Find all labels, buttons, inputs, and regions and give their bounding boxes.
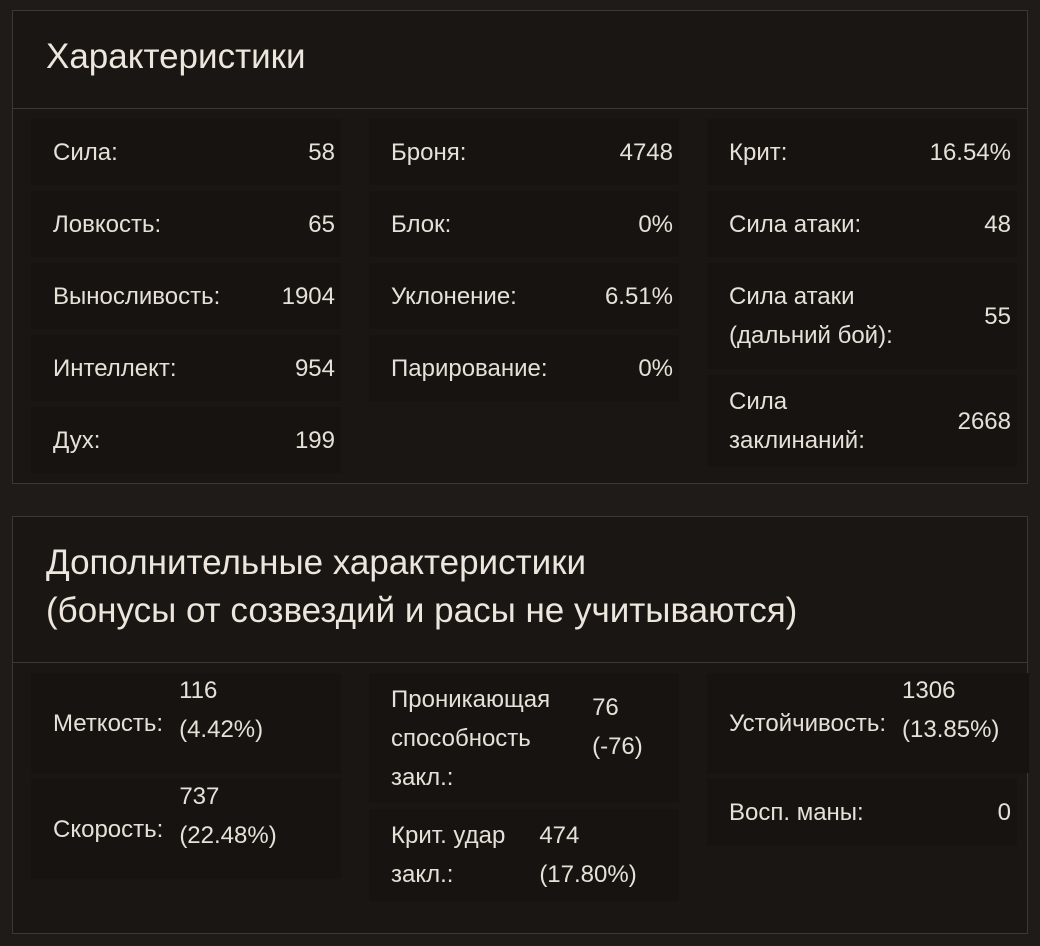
stat-row-agility: Ловкость: 65 xyxy=(31,191,341,257)
stat-label: Сила атаки (дальний бой): xyxy=(729,277,893,355)
stat-value: 0% xyxy=(638,354,673,382)
stat-label: Ловкость: xyxy=(53,210,162,238)
stat-label: Крит: xyxy=(729,138,788,166)
stat-value-line: (4.42%) xyxy=(179,716,264,743)
stat-row-intellect: Интеллект: 954 xyxy=(31,335,341,401)
stat-label-line: способность xyxy=(391,724,531,752)
stat-value: 474 (17.80%) xyxy=(539,816,636,894)
extra-stats-panel-header: Дополнительные характеристики (бонусы от… xyxy=(13,517,1027,663)
stat-value: 116 (4.42%) xyxy=(179,671,263,749)
stat-value: 737 (22.48%) xyxy=(179,777,276,855)
stat-value: 6.51% xyxy=(604,282,673,310)
stat-row-hit: Меткость: 116 (4.42%) xyxy=(31,673,341,773)
stat-value: 1306 (13.85%) xyxy=(902,671,999,749)
extra-stats-title-line: (бонусы от созвездий и расы не учитывают… xyxy=(46,591,798,630)
stat-value-line: (-76) xyxy=(592,733,643,760)
stat-label: Сила атаки: xyxy=(729,210,862,238)
stat-label: Проникающая способность закл.: xyxy=(391,680,550,797)
stat-value-line: 737 xyxy=(179,783,220,810)
stat-value: 199 xyxy=(294,426,335,454)
stat-row-strength: Сила: 58 xyxy=(31,119,341,185)
stat-label-line: закл.: xyxy=(391,861,454,888)
stat-row-stamina: Выносливость: 1904 xyxy=(31,263,341,329)
stat-label: Броня: xyxy=(391,138,467,166)
stat-value-line: 474 xyxy=(539,822,580,849)
stat-label-line: Сила xyxy=(729,388,788,415)
stat-row-haste: Скорость: 737 (22.48%) xyxy=(31,779,341,879)
stat-label-line: закл.: xyxy=(391,763,454,791)
extra-column-3: Устойчивость: 1306 (13.85%) Восп. маны: … xyxy=(707,673,1029,851)
stat-row-dodge: Уклонение: 6.51% xyxy=(369,263,679,329)
extra-stats-title: Дополнительные характеристики (бонусы от… xyxy=(46,539,1027,635)
stat-value: 55 xyxy=(984,302,1011,330)
stat-row-spell-penetration: Проникающая способность закл.: 76 (-76) xyxy=(369,673,679,803)
stat-value: 0% xyxy=(638,210,673,238)
stat-label: Уклонение: xyxy=(391,282,517,310)
stat-row-spirit: Дух: 199 xyxy=(31,407,341,473)
stat-row-block: Блок: 0% xyxy=(369,191,679,257)
stat-label: Сила: xyxy=(53,138,118,166)
stat-row-crit: Крит: 16.54% xyxy=(707,119,1017,185)
stat-value: 4748 xyxy=(619,138,673,166)
stat-label: Скорость: xyxy=(53,815,164,843)
stats-column-offense: Крит: 16.54% Сила атаки: 48 Сила атаки (… xyxy=(707,119,1017,473)
stat-value-line: (13.85%) xyxy=(902,716,1000,743)
stat-label: Устойчивость: xyxy=(729,709,887,737)
stat-label: Сила заклинаний: xyxy=(729,382,865,460)
stat-label: Выносливость: xyxy=(53,282,221,310)
extra-column-1: Меткость: 116 (4.42%) Скорость: 737 (22.… xyxy=(31,673,341,885)
extra-stats-panel: Дополнительные характеристики (бонусы от… xyxy=(12,516,1029,934)
stat-row-mana-regen: Восп. маны: 0 xyxy=(707,779,1017,845)
stat-row-resilience: Устойчивость: 1306 (13.85%) xyxy=(707,673,1029,773)
stats-panel-title: Характеристики xyxy=(46,37,306,76)
stats-panel: Характеристики Сила: 58 Ловкость: 65 Вын… xyxy=(12,10,1028,484)
stat-row-armor: Броня: 4748 xyxy=(369,119,679,185)
stat-label: Крит. удар закл.: xyxy=(391,816,505,894)
stat-label: Восп. маны: xyxy=(729,798,864,826)
stat-value: 1904 xyxy=(281,282,335,310)
stat-value: 48 xyxy=(984,210,1011,238)
stat-row-ranged-attack-power: Сила атаки (дальний бой): 55 xyxy=(707,263,1017,369)
extra-stats-title-line: Дополнительные характеристики xyxy=(46,543,587,582)
extra-column-2: Проникающая способность закл.: 76 (-76) … xyxy=(369,673,679,907)
stat-label: Меткость: xyxy=(53,709,164,737)
stat-value: 2668 xyxy=(957,407,1011,435)
stat-row-spell-power: Сила заклинаний: 2668 xyxy=(707,375,1017,467)
stat-value-line: (22.48%) xyxy=(179,822,277,849)
stat-value: 76 (-76) xyxy=(592,688,643,766)
stat-value-line: 1306 xyxy=(902,677,956,704)
stat-label-line: Сила атаки xyxy=(729,283,855,310)
stat-row-spell-crit: Крит. удар закл.: 474 (17.80%) xyxy=(369,809,679,901)
stat-row-parry: Парирование: 0% xyxy=(369,335,679,401)
stat-label: Блок: xyxy=(391,210,452,238)
stat-value-line: 116 xyxy=(179,677,218,704)
stats-column-primary: Сила: 58 Ловкость: 65 Выносливость: 1904… xyxy=(31,119,341,479)
stat-label-line: заклинаний: xyxy=(729,427,865,454)
stat-value-line: 76 xyxy=(592,694,619,721)
stat-label-line: Проникающая xyxy=(391,685,551,713)
stat-label: Парирование: xyxy=(391,354,548,382)
stat-label: Интеллект: xyxy=(53,354,177,382)
stat-value: 58 xyxy=(308,138,335,166)
stat-value: 954 xyxy=(294,354,335,382)
stat-value: 16.54% xyxy=(929,138,1011,166)
stat-value-line: (17.80%) xyxy=(539,861,637,888)
stat-label-line: Крит. удар xyxy=(391,822,506,849)
stat-label: Дух: xyxy=(53,426,101,454)
stat-row-attack-power: Сила атаки: 48 xyxy=(707,191,1017,257)
stat-value: 0 xyxy=(997,798,1011,826)
stat-value: 65 xyxy=(308,210,335,238)
stat-label-line: (дальний бой): xyxy=(729,322,893,349)
stats-panel-header: Характеристики xyxy=(13,11,1027,109)
stats-column-defense: Броня: 4748 Блок: 0% Уклонение: 6.51% Па… xyxy=(369,119,679,407)
